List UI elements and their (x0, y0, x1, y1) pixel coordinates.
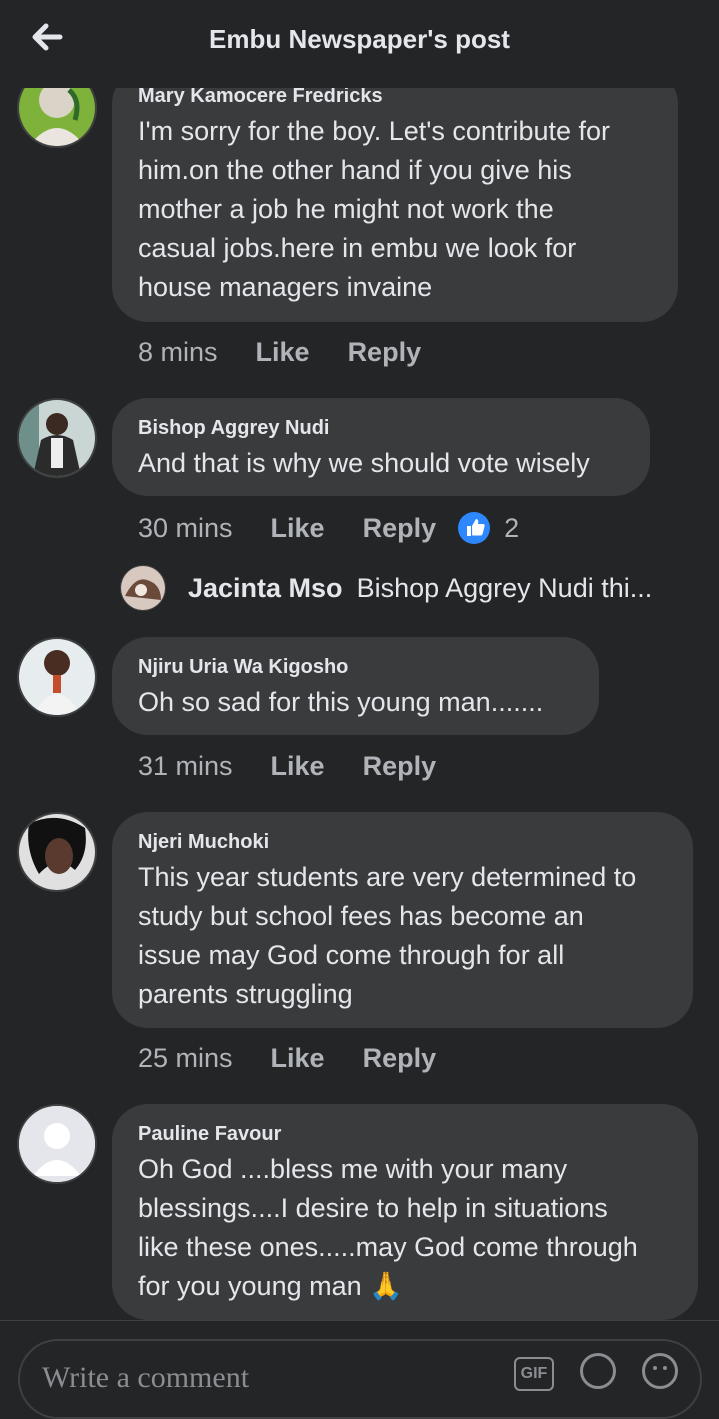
comment-placeholder: Write a comment (42, 1361, 250, 1394)
comments-feed[interactable]: Mary Kamocere Fredricks I'm sorry for th… (0, 0, 719, 1320)
commenter-name[interactable]: Bishop Aggrey Nudi (138, 416, 624, 440)
avatar-njiru[interactable] (17, 637, 97, 717)
comment-meta: 31 mins Like Reply (138, 751, 474, 782)
comment-bubble-mary[interactable]: Mary Kamocere Fredricks I'm sorry for th… (112, 68, 678, 322)
commenter-name[interactable]: Njeri Muchoki (138, 830, 667, 854)
reply-preview[interactable]: Jacinta Mso Bishop Aggrey Nudi thi... (120, 565, 652, 611)
avatar-njeri[interactable] (17, 812, 97, 892)
comment-time: 25 mins (138, 1043, 233, 1073)
avatar-pauline[interactable] (17, 1104, 97, 1184)
reply-button[interactable]: Reply (348, 337, 422, 368)
reply-snippet[interactable]: Bishop Aggrey Nudi thi... (357, 573, 653, 604)
gif-button[interactable]: GIF (514, 1357, 554, 1391)
comment-time: 30 mins (138, 512, 233, 543)
like-button[interactable]: Like (256, 337, 310, 368)
commenter-name[interactable]: Njiru Uria Wa Kigosho (138, 655, 573, 679)
comment-bubble-bishop[interactable]: Bishop Aggrey Nudi And that is why we sh… (112, 398, 650, 496)
like-button[interactable]: Like (271, 513, 325, 544)
comment-meta: 30 mins Like Reply 2 (138, 512, 519, 544)
top-bar: Embu Newspaper's post (0, 0, 719, 88)
reply-button[interactable]: Reply (363, 751, 437, 782)
comment-text: Oh so sad for this young man....... (138, 687, 544, 717)
comment-text: And that is why we should vote wisely (138, 448, 590, 478)
comment-input[interactable]: Write a comment GIF (18, 1339, 702, 1419)
reply-button[interactable]: Reply (363, 513, 437, 544)
comment-text: This year students are very determined t… (138, 862, 637, 1009)
comment-bubble-pauline[interactable]: Pauline Favour Oh God ....bless me with … (112, 1104, 698, 1320)
avatar-jacinta[interactable] (120, 565, 166, 611)
commenter-name[interactable]: Pauline Favour (138, 1122, 672, 1146)
comment-meta: 25 mins Like Reply (138, 1043, 474, 1074)
like-reaction-icon[interactable] (458, 512, 491, 544)
like-button[interactable]: Like (271, 1043, 325, 1074)
comment-time: 31 mins (138, 751, 233, 781)
comment-bubble-njeri[interactable]: Njeri Muchoki This year students are ver… (112, 812, 693, 1028)
comment-text: Oh God ....bless me with your many bless… (138, 1154, 638, 1301)
comment-composer: Write a comment GIF (0, 1320, 719, 1419)
avatar-bishop[interactable] (17, 398, 97, 478)
comment-bubble-njiru[interactable]: Njiru Uria Wa Kigosho Oh so sad for this… (112, 637, 599, 735)
comment-text: I'm sorry for the boy. Let's contribute … (138, 116, 610, 302)
reply-button[interactable]: Reply (363, 1043, 437, 1074)
comment-time: 8 mins (138, 337, 218, 367)
comment-meta: 8 mins Like Reply (138, 337, 459, 368)
reply-author[interactable]: Jacinta Mso (188, 573, 343, 604)
page-title: Embu Newspaper's post (209, 24, 510, 54)
like-button[interactable]: Like (271, 751, 325, 782)
reaction-count[interactable]: 2 (504, 513, 519, 544)
